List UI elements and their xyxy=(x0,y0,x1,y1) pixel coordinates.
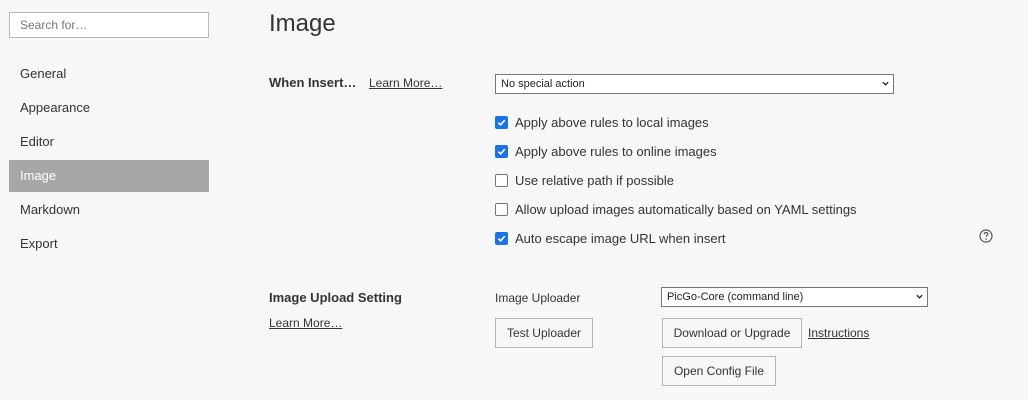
checkmark-icon xyxy=(497,235,506,242)
sidebar: General Appearance Editor Image Markdown… xyxy=(0,0,230,400)
sidebar-item-markdown[interactable]: Markdown xyxy=(9,194,209,226)
option-local-images[interactable]: Apply above rules to local images xyxy=(495,114,709,130)
when-insert-learn-more-link[interactable]: Learn More… xyxy=(369,76,442,90)
online-images-checkbox[interactable] xyxy=(495,144,508,158)
open-config-file-button[interactable]: Open Config File xyxy=(662,356,776,386)
download-or-upgrade-button[interactable]: Download or Upgrade xyxy=(662,318,802,348)
settings-panel: Image When Insert… Learn More… No specia… xyxy=(269,0,1028,400)
yaml-upload-label: Allow upload images automatically based … xyxy=(515,201,857,217)
instructions-link[interactable]: Instructions xyxy=(808,326,869,340)
option-auto-escape[interactable]: Auto escape image URL when insert xyxy=(495,230,726,246)
local-images-checkbox[interactable] xyxy=(495,115,508,129)
search-input[interactable] xyxy=(9,12,209,38)
auto-escape-checkbox[interactable] xyxy=(495,231,508,245)
sidebar-item-general[interactable]: General xyxy=(9,58,209,90)
question-circle-icon[interactable] xyxy=(979,229,993,243)
relative-path-checkbox[interactable] xyxy=(495,173,508,187)
option-online-images[interactable]: Apply above rules to online images xyxy=(495,143,717,159)
chevron-down-icon xyxy=(882,81,889,86)
image-upload-setting-label: Image Upload Setting xyxy=(269,290,402,305)
relative-path-label: Use relative path if possible xyxy=(515,172,674,188)
option-yaml-upload[interactable]: Allow upload images automatically based … xyxy=(495,201,857,217)
page-title: Image xyxy=(269,10,336,37)
auto-escape-label: Auto escape image URL when insert xyxy=(515,230,726,246)
option-relative-path[interactable]: Use relative path if possible xyxy=(495,172,674,188)
test-uploader-button[interactable]: Test Uploader xyxy=(495,318,593,348)
upload-learn-more-link[interactable]: Learn More… xyxy=(269,316,342,330)
image-uploader-select-value: PicGo-Core (command line) xyxy=(667,291,804,303)
sidebar-item-editor[interactable]: Editor xyxy=(9,126,209,158)
image-uploader-select[interactable]: PicGo-Core (command line) xyxy=(661,287,928,307)
checkmark-icon xyxy=(497,148,506,155)
local-images-label: Apply above rules to local images xyxy=(515,114,709,130)
when-insert-select[interactable]: No special action xyxy=(495,74,894,94)
when-insert-select-value: No special action xyxy=(501,78,585,90)
sidebar-nav: General Appearance Editor Image Markdown… xyxy=(9,58,209,262)
yaml-upload-checkbox[interactable] xyxy=(495,202,508,216)
sidebar-item-image[interactable]: Image xyxy=(9,160,209,192)
sidebar-item-appearance[interactable]: Appearance xyxy=(9,92,209,124)
sidebar-item-export[interactable]: Export xyxy=(9,228,209,260)
online-images-label: Apply above rules to online images xyxy=(515,143,717,159)
image-uploader-label: Image Uploader xyxy=(495,291,581,305)
checkmark-icon xyxy=(497,119,506,126)
when-insert-label: When Insert… xyxy=(269,75,357,90)
chevron-down-icon xyxy=(916,294,923,299)
